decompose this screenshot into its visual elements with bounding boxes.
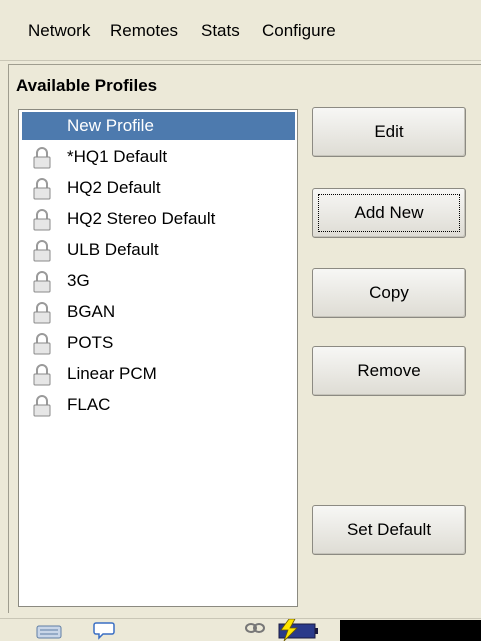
- lock-icon: [33, 178, 51, 200]
- battery-charging-icon[interactable]: [275, 619, 319, 641]
- menu-bar: Network Remotes Stats Configure: [0, 0, 481, 62]
- lock-icon: [33, 333, 51, 355]
- menu-remotes[interactable]: Remotes: [110, 21, 178, 41]
- panel-title: Available Profiles: [16, 76, 158, 95]
- status-bar: [0, 618, 481, 641]
- copy-button[interactable]: Copy: [312, 268, 466, 318]
- profile-label: ULB Default: [67, 240, 159, 259]
- profile-label: 3G: [67, 271, 90, 290]
- add-new-button[interactable]: Add New: [312, 188, 466, 238]
- chat-bubble-icon[interactable]: [93, 621, 115, 641]
- profile-label: Linear PCM: [67, 364, 157, 383]
- profile-item[interactable]: FLAC: [19, 389, 297, 420]
- link-icon[interactable]: [245, 621, 265, 635]
- status-display: [340, 620, 481, 641]
- menu-stats[interactable]: Stats: [201, 21, 240, 41]
- lock-icon: [33, 395, 51, 417]
- lock-icon: [33, 240, 51, 262]
- profile-item[interactable]: 3G: [19, 265, 297, 296]
- profile-label: HQ2 Default: [67, 178, 161, 197]
- profile-label: New Profile: [67, 116, 154, 135]
- lock-icon: [33, 209, 51, 231]
- menu-divider: [0, 60, 481, 61]
- remove-button[interactable]: Remove: [312, 346, 466, 396]
- profile-item[interactable]: Linear PCM: [19, 358, 297, 389]
- lock-icon: [33, 271, 51, 293]
- profile-item[interactable]: HQ2 Default: [19, 172, 297, 203]
- profile-label: POTS: [67, 333, 114, 352]
- profile-item[interactable]: POTS: [19, 327, 297, 358]
- profile-label: *HQ1 Default: [67, 147, 168, 166]
- set-default-button[interactable]: Set Default: [312, 505, 466, 555]
- profile-item[interactable]: *HQ1 Default: [19, 141, 297, 172]
- profile-label: FLAC: [67, 395, 111, 414]
- keyboard-icon[interactable]: [36, 621, 62, 639]
- lock-icon: [33, 302, 51, 324]
- profile-label: HQ2 Stereo Default: [67, 209, 216, 228]
- profiles-list[interactable]: New Profile *HQ1 Default HQ2 Default HQ2…: [18, 109, 298, 607]
- profile-item[interactable]: ULB Default: [19, 234, 297, 265]
- profile-item[interactable]: HQ2 Stereo Default: [19, 203, 297, 234]
- profile-label: BGAN: [67, 302, 116, 321]
- edit-button[interactable]: Edit: [312, 107, 466, 157]
- lock-icon: [33, 364, 51, 386]
- lock-icon: [33, 147, 51, 169]
- menu-network[interactable]: Network: [28, 21, 90, 41]
- profile-item[interactable]: BGAN: [19, 296, 297, 327]
- profile-item-new-profile[interactable]: New Profile: [22, 112, 295, 140]
- menu-configure[interactable]: Configure: [262, 21, 336, 41]
